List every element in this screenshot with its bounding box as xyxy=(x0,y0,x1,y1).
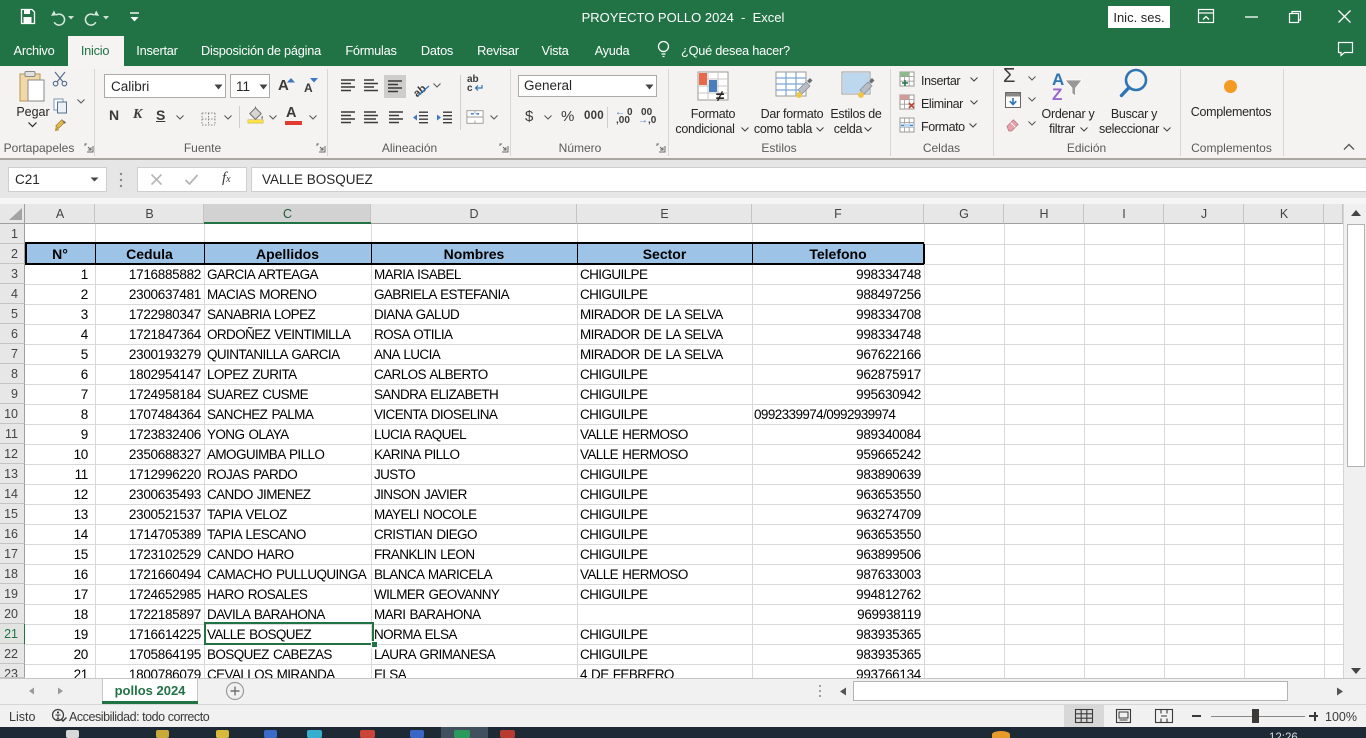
svg-text:Z: Z xyxy=(1052,85,1062,104)
svg-text:ab: ab xyxy=(411,82,429,100)
svg-text:c: c xyxy=(467,83,473,94)
svg-text:≠: ≠ xyxy=(716,88,725,105)
